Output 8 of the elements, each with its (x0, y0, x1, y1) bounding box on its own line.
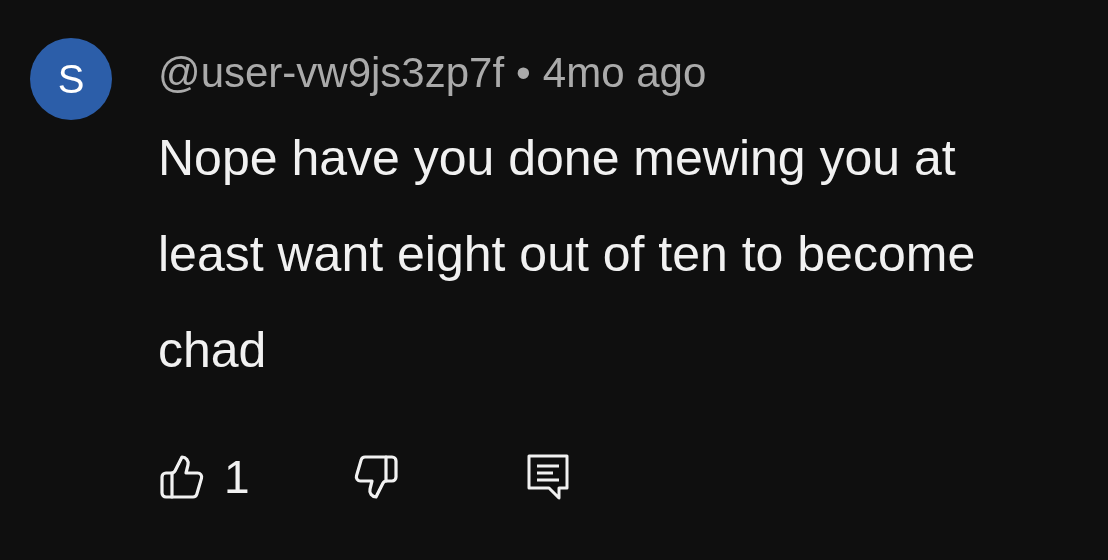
avatar[interactable]: S (30, 38, 112, 120)
separator: • (516, 49, 531, 97)
timestamp: 4mo ago (542, 49, 707, 97)
like-button[interactable] (158, 453, 206, 501)
author-name[interactable]: @user-vw9js3zp7f (158, 49, 505, 97)
comment-text: Nope have you done mewing you at least want eight out of ten to become chad (158, 129, 977, 380)
like-count: 1 (224, 450, 250, 504)
thumbs-up-icon (158, 453, 206, 501)
